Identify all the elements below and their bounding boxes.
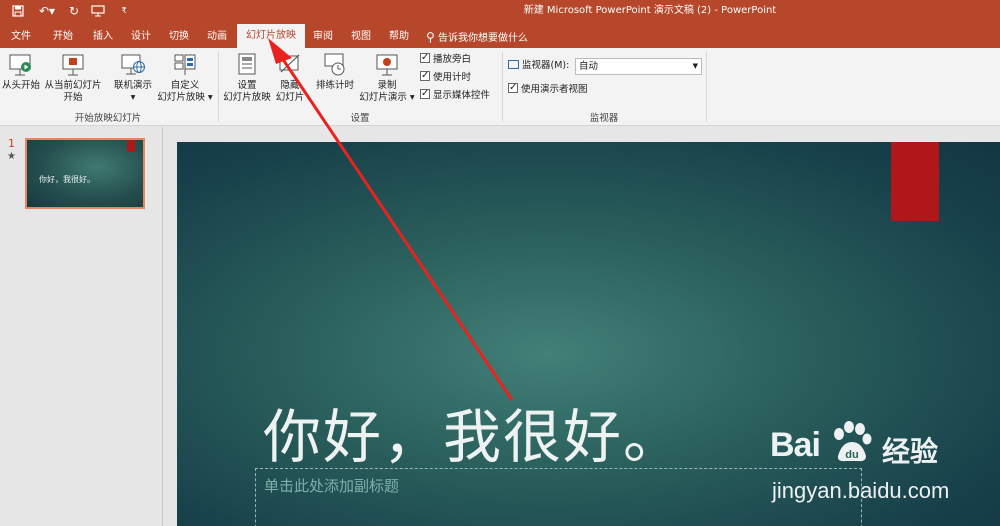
hide-slide-label-2: 幻灯片 [275, 92, 305, 103]
play-narrations-label: 播放旁白 [433, 54, 472, 65]
subtitle-placeholder: 单击此处添加副标题 [264, 477, 400, 495]
presenter-view-checkbox[interactable]: 使用演示者视图 [508, 81, 588, 97]
window-title: 新建 Microsoft PowerPoint 演示文稿 (2) - Power… [523, 5, 777, 16]
search-icon: ⚲ [426, 30, 435, 44]
custom-slideshow-label-2: 幻灯片放映 ▾ [157, 92, 213, 103]
setup-group-label: 设置 [350, 113, 370, 124]
ribbon-tabs: 文件 开始 插入 设计 切换 动画 幻灯片放映 审阅 视图 帮助 ⚲ 告诉我你想… [0, 22, 1000, 48]
custom-slideshow-label-1: 自定义 [170, 80, 200, 91]
from-beginning-label: 从头开始 [1, 80, 40, 91]
slide-thumbnails-pane: 1 ★ 你好，我很好。 [0, 127, 162, 526]
present-online-label: 联机演示 [113, 80, 152, 91]
monitor-label-wrap: 监视器(M): [508, 59, 569, 73]
from-current-button[interactable]: 从当前幻灯片 开始 [42, 52, 104, 104]
monitor-dropdown[interactable]: 自动 ▼ [575, 58, 702, 75]
stopwatch-icon [324, 53, 345, 76]
tab-view[interactable]: 视图 [344, 26, 378, 48]
setup-slideshow-label-1: 设置 [237, 80, 257, 91]
custom-slides-icon [174, 54, 196, 75]
rehearse-timings-button[interactable]: 排练计时 [312, 52, 358, 92]
svg-text:du: du [845, 449, 858, 461]
tab-transitions[interactable]: 切换 [162, 26, 196, 48]
slide-red-tag [891, 142, 939, 221]
group-separator [218, 52, 219, 122]
setup-slides-icon [238, 53, 256, 75]
from-current-label-2: 开始 [63, 92, 83, 103]
tell-me-label: 告诉我你想要做什么 [437, 33, 528, 44]
record-slideshow-label-2: 幻灯片演示 ▾ [359, 92, 415, 103]
monitor-icon [508, 60, 519, 69]
play-screen-icon [9, 54, 31, 76]
slide-number: 1 [8, 137, 15, 150]
paw-logo-icon: du [834, 421, 872, 462]
slide-thumbnail[interactable]: 你好，我很好。 [25, 138, 145, 209]
tab-file[interactable]: 文件 [4, 26, 38, 48]
from-current-label-1: 从当前幻灯片 [44, 80, 102, 91]
animation-star-icon: ★ [7, 151, 16, 162]
setup-slideshow-button[interactable]: 设置 幻灯片放映 [220, 52, 274, 104]
tab-home[interactable]: 开始 [46, 26, 80, 48]
hide-slide-label-1: 隐藏 [280, 80, 300, 91]
thumbnail-title: 你好，我很好。 [39, 175, 95, 184]
monitor-value: 自动 [579, 61, 599, 72]
chevron-down-icon: ▼ [692, 62, 698, 70]
play-narrations-checkbox[interactable]: 播放旁白 [420, 51, 472, 67]
checkbox-checked-icon [420, 51, 430, 65]
tell-me-search[interactable]: ⚲ 告诉我你想要做什么 [426, 26, 528, 48]
presenter-view-label: 使用演示者视图 [521, 84, 588, 95]
title-bar: ↶▾ ↻ ₹ 新建 Microsoft PowerPoint 演示文稿 (2) … [0, 0, 1000, 22]
group-separator [706, 52, 707, 122]
tab-insert[interactable]: 插入 [86, 26, 120, 48]
tab-slideshow[interactable]: 幻灯片放映 [237, 24, 305, 48]
present-online-button[interactable]: 联机演示 ▾ [108, 52, 158, 104]
record-slideshow-label-1: 录制 [377, 80, 397, 91]
hide-slide-button[interactable]: 隐藏 幻灯片 [272, 52, 308, 104]
use-timings-checkbox[interactable]: 使用计时 [420, 69, 472, 85]
custom-slideshow-button[interactable]: 自定义 幻灯片放映 ▾ [154, 52, 216, 104]
slide-title[interactable]: 你好，我很好。 [263, 390, 683, 474]
tab-review[interactable]: 审阅 [306, 26, 340, 48]
group-separator [502, 52, 503, 122]
tab-animations[interactable]: 动画 [200, 26, 234, 48]
current-slide-icon [62, 54, 84, 76]
tab-help[interactable]: 帮助 [382, 26, 416, 48]
from-beginning-button[interactable]: 从头开始 [0, 52, 42, 92]
monitors-group-label: 监视器 [589, 113, 619, 124]
rehearse-timings-label: 排练计时 [315, 80, 354, 91]
monitor-label: 监视器(M): [522, 60, 570, 71]
use-timings-label: 使用计时 [433, 72, 472, 83]
present-online-dropdown: ▾ [130, 92, 136, 103]
watermark-brand-suffix: 经验 [882, 435, 939, 468]
globe-screen-icon [121, 54, 145, 75]
tab-design[interactable]: 设计 [124, 26, 158, 48]
record-icon [376, 54, 398, 76]
checkbox-checked-icon [420, 69, 430, 83]
record-slideshow-button[interactable]: 录制 幻灯片演示 ▾ [356, 52, 418, 104]
baidu-watermark: du Bai 经验 jingyan.baidu.com [760, 416, 990, 516]
setup-slideshow-label-2: 幻灯片放映 [223, 92, 271, 103]
thumbnail-red-tag [127, 140, 135, 152]
checkbox-checked-icon [508, 81, 518, 95]
watermark-url: jingyan.baidu.com [772, 478, 950, 503]
show-media-controls-label: 显示媒体控件 [433, 90, 491, 101]
checkbox-checked-icon [420, 87, 430, 101]
ribbon: 从头开始 从当前幻灯片 开始 联机演示 ▾ 自定义 幻灯片放映 ▾ 开始放映幻灯… [0, 48, 1000, 126]
start-slideshow-group-label: 开始放映幻灯片 [74, 113, 142, 124]
hide-slide-icon [279, 54, 300, 73]
show-media-controls-checkbox[interactable]: 显示媒体控件 [420, 87, 491, 103]
watermark-brand: Bai [770, 426, 821, 464]
